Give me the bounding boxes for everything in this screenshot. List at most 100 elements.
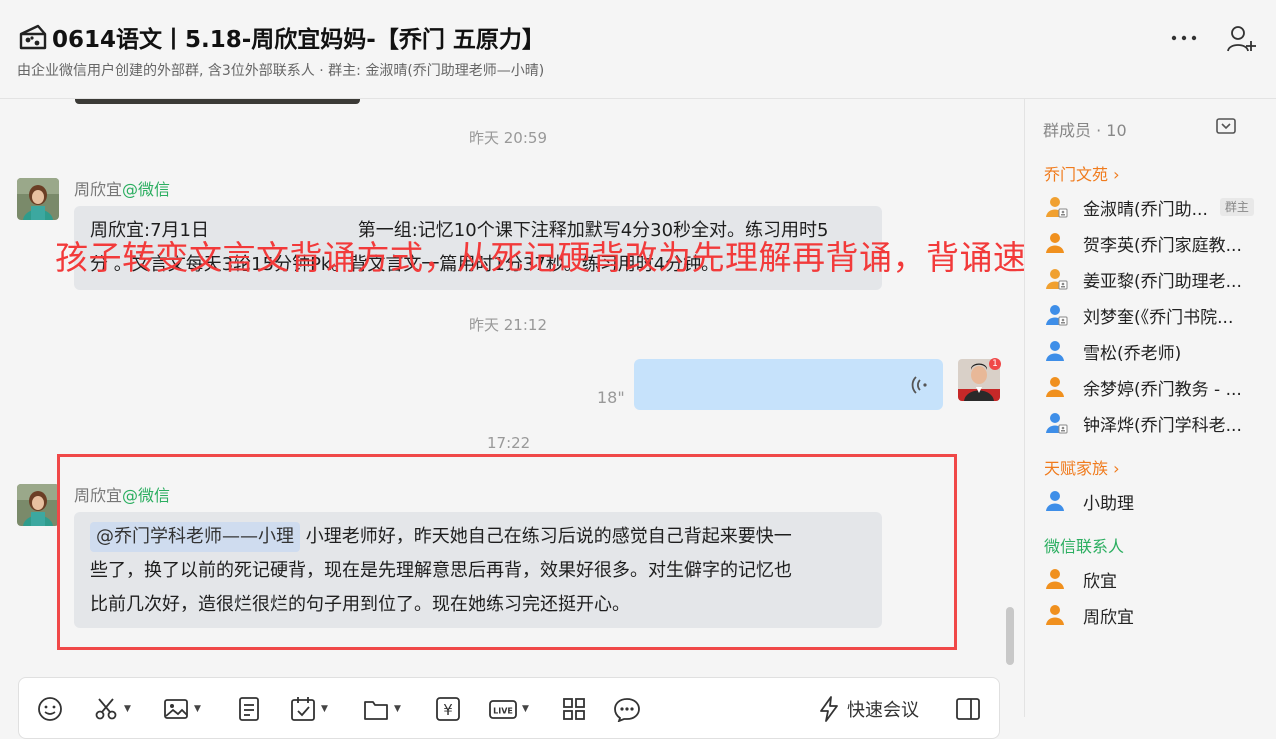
member-panel: 群成员 · 10 乔门文苑 › 金淑晴(乔门助... 群主 贺李英(乔门家庭教.… bbox=[1024, 99, 1276, 717]
quick-meeting-label: 快速会议 bbox=[847, 700, 919, 721]
chevron-down-icon: ▼ bbox=[124, 704, 131, 714]
member-name: 刘梦奎(《乔门书院... bbox=[1083, 307, 1234, 328]
member-name: 欣宜 bbox=[1083, 571, 1117, 592]
group-chat-icon bbox=[19, 24, 47, 50]
document-icon bbox=[239, 697, 259, 721]
user-admin-icon bbox=[1046, 413, 1068, 434]
document-button[interactable] bbox=[236, 697, 262, 721]
timestamp: 昨天 21:12 bbox=[469, 316, 547, 334]
member-item[interactable]: 钟泽烨(乔门学科老... bbox=[1045, 411, 1242, 436]
group-label-text: 天赋家族 bbox=[1044, 459, 1109, 478]
bot-button[interactable] bbox=[613, 697, 641, 722]
payment-button[interactable]: ¥ bbox=[435, 697, 461, 721]
user-admin-icon bbox=[1046, 269, 1068, 290]
member-name: 雪松(乔老师) bbox=[1083, 343, 1182, 364]
close-icon[interactable] bbox=[1243, 0, 1263, 6]
title-row: 0614语文丨5.18-周欣宜妈妈-【乔门 五原力】 bbox=[18, 20, 545, 54]
svg-text:LIVE: LIVE bbox=[493, 707, 513, 716]
group-label-text: 乔门文苑 bbox=[1044, 165, 1109, 184]
member-item[interactable]: 小助理 bbox=[1045, 489, 1134, 514]
avatar[interactable] bbox=[17, 178, 59, 220]
maximize-icon[interactable] bbox=[1190, 0, 1210, 6]
user-icon bbox=[1046, 233, 1064, 253]
user-admin-icon bbox=[1046, 197, 1068, 218]
user-admin-icon bbox=[1046, 305, 1068, 326]
timestamp: 昨天 20:59 bbox=[469, 129, 547, 147]
yen-icon: ¥ bbox=[436, 697, 460, 721]
member-item[interactable]: 雪松(乔老师) bbox=[1045, 339, 1182, 364]
caption-overlay: 孩子转变文言文背诵方式，从死记硬背改为先理解再背诵，背诵速度、生字记 bbox=[55, 238, 1024, 277]
group-label-wechat: 微信联系人 bbox=[1044, 537, 1125, 556]
screenshot-button[interactable]: ▼ bbox=[93, 697, 131, 721]
scrollbar-thumb[interactable] bbox=[1006, 607, 1014, 665]
image-message-edge[interactable] bbox=[75, 99, 360, 104]
apps-icon bbox=[563, 698, 585, 720]
member-name: 周欣宜 bbox=[1083, 607, 1134, 628]
user-icon bbox=[1046, 341, 1064, 361]
chevron-right-icon: › bbox=[1113, 459, 1120, 478]
collapse-panel-icon[interactable] bbox=[1215, 117, 1237, 137]
emoji-button[interactable] bbox=[37, 697, 63, 721]
svg-text:¥: ¥ bbox=[443, 701, 453, 719]
user-icon bbox=[1046, 569, 1064, 589]
member-item[interactable]: 余梦婷(乔门教务 - ... bbox=[1045, 375, 1242, 400]
voice-message-bubble[interactable] bbox=[634, 359, 943, 410]
panel-toggle-button[interactable] bbox=[955, 697, 981, 721]
voice-duration: 18" bbox=[597, 388, 625, 407]
calendar-check-icon bbox=[291, 697, 315, 721]
member-item[interactable]: 姜亚黎(乔门助理老... bbox=[1045, 267, 1242, 292]
image-icon bbox=[164, 699, 188, 719]
user-icon bbox=[1046, 605, 1064, 625]
folder-icon bbox=[364, 701, 388, 720]
member-name: 贺李英(乔门家庭教... bbox=[1083, 235, 1242, 256]
chat-title[interactable]: 0614语文丨5.18-周欣宜妈妈-【乔门 五原力】 bbox=[52, 20, 545, 54]
add-member-icon[interactable] bbox=[1226, 24, 1258, 54]
live-button[interactable]: LIVE ▼ bbox=[489, 697, 529, 721]
member-item[interactable]: 欣宜 bbox=[1045, 567, 1117, 592]
member-name: 姜亚黎(乔门助理老... bbox=[1083, 271, 1242, 292]
lightning-icon bbox=[820, 696, 838, 722]
member-count: 群成员 · 10 bbox=[1043, 121, 1127, 140]
member-item[interactable]: 金淑晴(乔门助... 群主 bbox=[1045, 195, 1254, 220]
more-options-icon[interactable] bbox=[1168, 24, 1200, 52]
member-item[interactable]: 贺李英(乔门家庭教... bbox=[1045, 231, 1242, 256]
chat-header: 0614语文丨5.18-周欣宜妈妈-【乔门 五原力】 由企业微信用户创建的外部群… bbox=[0, 0, 1276, 99]
chat-bot-icon bbox=[614, 698, 640, 722]
emoji-icon bbox=[38, 697, 62, 721]
unread-badge: 1 bbox=[989, 358, 1001, 370]
quick-meeting-button[interactable]: 快速会议 bbox=[817, 696, 919, 722]
image-button[interactable]: ▼ bbox=[163, 697, 201, 721]
chevron-down-icon: ▼ bbox=[394, 704, 401, 714]
group-label-qiaomen[interactable]: 乔门文苑 › bbox=[1044, 161, 1120, 185]
owner-badge: 群主 bbox=[1219, 198, 1254, 216]
member-item[interactable]: 刘梦奎(《乔门书院... bbox=[1045, 303, 1234, 328]
voice-wave-icon bbox=[911, 376, 927, 394]
chevron-right-icon: › bbox=[1113, 165, 1120, 184]
group-label-tianfu[interactable]: 天赋家族 › bbox=[1044, 455, 1120, 479]
member-name: 小助理 bbox=[1083, 493, 1134, 514]
sender-source: @微信 bbox=[122, 180, 171, 199]
chevron-down-icon: ▼ bbox=[522, 704, 529, 714]
panel-icon bbox=[956, 698, 980, 720]
schedule-button[interactable]: ▼ bbox=[290, 697, 328, 721]
chevron-down-icon: ▼ bbox=[194, 704, 201, 714]
member-name: 钟泽烨(乔门学科老... bbox=[1083, 415, 1242, 436]
message-list[interactable]: 昨天 20:59 周欣宜@微信 周欣宜:7月1日 第一组:记忆10个课下注释加默… bbox=[0, 99, 1024, 717]
scissors-icon bbox=[95, 698, 117, 720]
member-name: 金淑晴(乔门助... bbox=[1083, 199, 1208, 220]
member-name: 余梦婷(乔门教务 - ... bbox=[1083, 379, 1242, 400]
chat-subtitle: 由企业微信用户创建的外部群, 含3位外部联系人 · 群主: 金淑晴(乔门助理老师… bbox=[17, 63, 545, 79]
user-icon bbox=[1046, 377, 1064, 397]
sender-label: 周欣宜 bbox=[74, 180, 123, 199]
apps-button[interactable] bbox=[561, 697, 587, 721]
sender-name: 周欣宜@微信 bbox=[74, 176, 170, 200]
user-icon bbox=[1046, 491, 1064, 511]
avatar[interactable] bbox=[17, 484, 59, 526]
member-item[interactable]: 周欣宜 bbox=[1045, 603, 1134, 628]
live-icon: LIVE bbox=[489, 700, 517, 719]
highlight-frame bbox=[57, 454, 957, 650]
chevron-down-icon: ▼ bbox=[321, 704, 328, 714]
timestamp: 17:22 bbox=[487, 434, 531, 452]
minimize-icon[interactable] bbox=[1138, 0, 1158, 6]
file-button[interactable]: ▼ bbox=[363, 697, 401, 721]
